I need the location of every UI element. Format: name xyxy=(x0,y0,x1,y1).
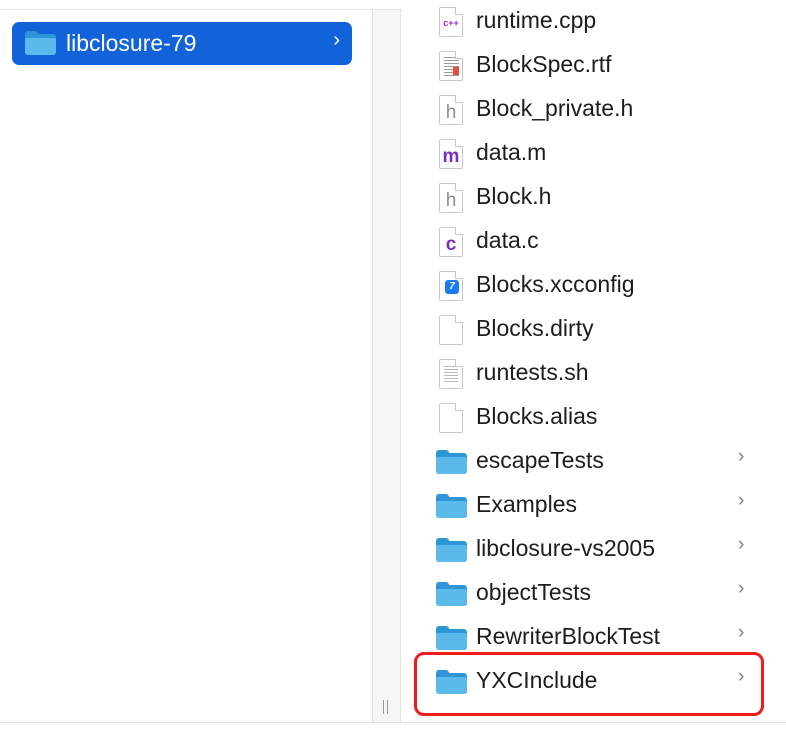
folder-name: libclosure-vs2005 xyxy=(476,535,655,561)
folder-icon xyxy=(436,535,467,563)
folder-name: Examples xyxy=(476,491,577,517)
file-name: Blocks.alias xyxy=(476,403,598,429)
finder-column-right: c++ runtime.cpp BlockSpec.rtf h Block_pr… xyxy=(402,0,786,722)
folder-row-examples[interactable]: Examples › xyxy=(402,482,772,526)
file-name: runtime.cpp xyxy=(476,7,597,33)
folder-name: objectTests xyxy=(476,579,592,605)
blank-file-icon xyxy=(436,403,466,433)
file-row-runtests-sh[interactable]: runtests.sh xyxy=(402,350,772,394)
column-divider[interactable] xyxy=(372,10,401,722)
file-row-data-c[interactable]: c data.c xyxy=(402,218,772,262)
column-item-label: libclosure-79 xyxy=(66,30,197,56)
cpp-file-icon: c++ xyxy=(436,7,466,37)
file-name: data.c xyxy=(476,227,539,253)
file-name: Blocks.dirty xyxy=(476,315,594,341)
objc-file-icon: m xyxy=(436,139,466,169)
folder-icon xyxy=(436,491,467,519)
chevron-right-icon: › xyxy=(333,29,340,51)
xcconfig-file-icon: 7 xyxy=(436,271,466,301)
chevron-right-icon: › xyxy=(738,490,745,511)
folder-row-libclosure-vs2005[interactable]: libclosure-vs2005 › xyxy=(402,526,772,570)
file-row-runtime-cpp[interactable]: c++ runtime.cpp xyxy=(402,0,772,42)
folder-name: RewriterBlockTest xyxy=(476,623,661,649)
header-file-icon: h xyxy=(436,95,466,125)
file-row-block-h[interactable]: h Block.h xyxy=(402,174,772,218)
chevron-right-icon: › xyxy=(738,622,745,643)
header-file-icon: h xyxy=(436,183,466,213)
file-name: Block_private.h xyxy=(476,95,634,121)
file-row-blocks-dirty[interactable]: Blocks.dirty xyxy=(402,306,772,350)
folder-row-escapetests[interactable]: escapeTests › xyxy=(402,438,772,482)
red-highlight-annotation xyxy=(414,652,764,716)
file-row-block-private-h[interactable]: h Block_private.h xyxy=(402,86,772,130)
file-row-blockspec-rtf[interactable]: BlockSpec.rtf xyxy=(402,42,772,86)
column-resize-handle-icon[interactable] xyxy=(380,700,394,714)
file-row-blocks-alias[interactable]: Blocks.alias xyxy=(402,394,772,438)
folder-row-objecttests[interactable]: objectTests › xyxy=(402,570,772,614)
finder-column-left: libclosure-79 › xyxy=(0,10,372,722)
chevron-right-icon: › xyxy=(738,578,745,599)
folder-name: escapeTests xyxy=(476,447,604,473)
folder-icon xyxy=(436,623,467,651)
column-item-libclosure-79-selected[interactable]: libclosure-79 › xyxy=(12,22,352,65)
folder-icon xyxy=(25,31,56,55)
chevron-right-icon: › xyxy=(738,534,745,555)
rtf-file-icon xyxy=(436,51,466,81)
script-file-icon xyxy=(436,359,466,389)
c-file-icon: c xyxy=(436,227,466,257)
window-bottom-edge xyxy=(0,722,786,732)
chevron-right-icon: › xyxy=(738,446,745,467)
file-name: BlockSpec.rtf xyxy=(476,51,612,77)
file-name: data.m xyxy=(476,139,547,165)
file-name: Block.h xyxy=(476,183,552,209)
file-name: runtests.sh xyxy=(476,359,589,385)
file-row-data-m[interactable]: m data.m xyxy=(402,130,772,174)
file-name: Blocks.xcconfig xyxy=(476,271,635,297)
blank-file-icon xyxy=(436,315,466,345)
file-row-blocks-xcconfig[interactable]: 7 Blocks.xcconfig xyxy=(402,262,772,306)
folder-icon xyxy=(436,579,467,607)
folder-icon xyxy=(436,447,467,475)
